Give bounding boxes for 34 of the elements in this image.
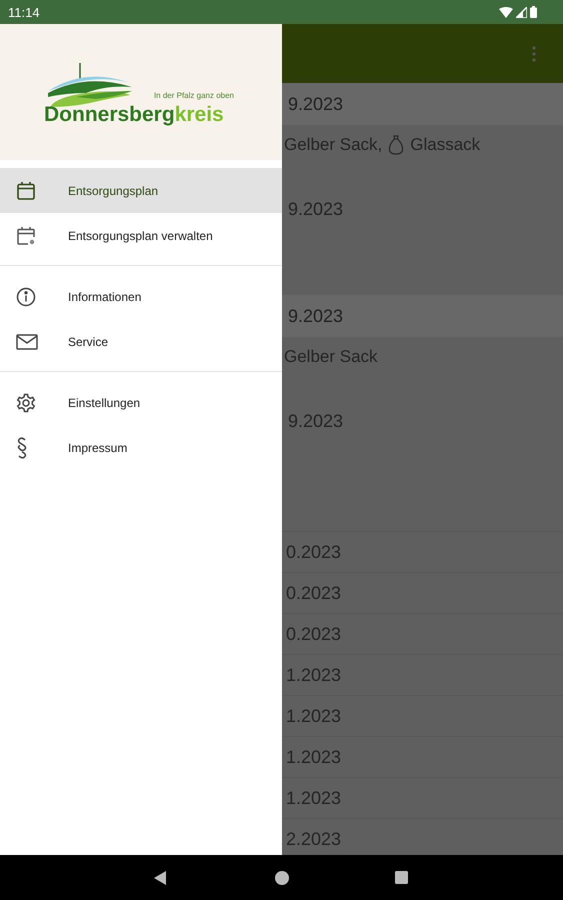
battery-icon xyxy=(530,6,537,18)
date-header: 9.2023 xyxy=(282,83,563,125)
bag-icon xyxy=(388,135,404,155)
date-row: 1.2023 xyxy=(282,695,563,736)
date-row: 1.2023 xyxy=(282,777,563,818)
date-row: 0.2023 xyxy=(282,613,563,654)
date-header: 9.2023 xyxy=(282,295,563,337)
calendar-icon xyxy=(16,180,36,200)
home-icon[interactable] xyxy=(275,870,289,884)
drawer-item[interactable]: Entsorgungsplan verwalten xyxy=(0,213,282,258)
drawer-item[interactable]: Service xyxy=(0,319,282,364)
waste-type: Gelber Sack, xyxy=(284,135,382,155)
info-icon xyxy=(16,286,36,306)
date-text: 9.2023 xyxy=(287,198,344,220)
wifi-icon xyxy=(499,6,513,18)
status-time: 11:14 xyxy=(8,4,40,20)
date-text: 9.2023 xyxy=(287,410,344,432)
waste-type: Gelber Sack xyxy=(284,347,378,367)
waste-type: Glassack xyxy=(410,135,480,155)
drawer-item[interactable]: Entsorgungsplan xyxy=(0,168,282,213)
paragraph-icon xyxy=(16,436,28,458)
logo-wordmark: Donnersbergkreis xyxy=(44,103,225,127)
back-icon[interactable] xyxy=(154,870,166,884)
signal-icon xyxy=(516,6,527,18)
logo-tagline: In der Pfalz ganz oben xyxy=(154,91,234,100)
drawer-item[interactable]: Impressum xyxy=(0,425,282,470)
date-row: 0.2023 xyxy=(282,531,563,572)
drawer-item[interactable]: Einstellungen xyxy=(0,380,282,425)
date-row: 1.2023 xyxy=(282,736,563,777)
mail-icon xyxy=(16,334,38,350)
date-row: 1.2023 xyxy=(282,654,563,695)
settings-icon xyxy=(16,392,36,412)
drawer-item[interactable]: Informationen xyxy=(0,274,282,319)
date-row: 0.2023 xyxy=(282,572,563,613)
